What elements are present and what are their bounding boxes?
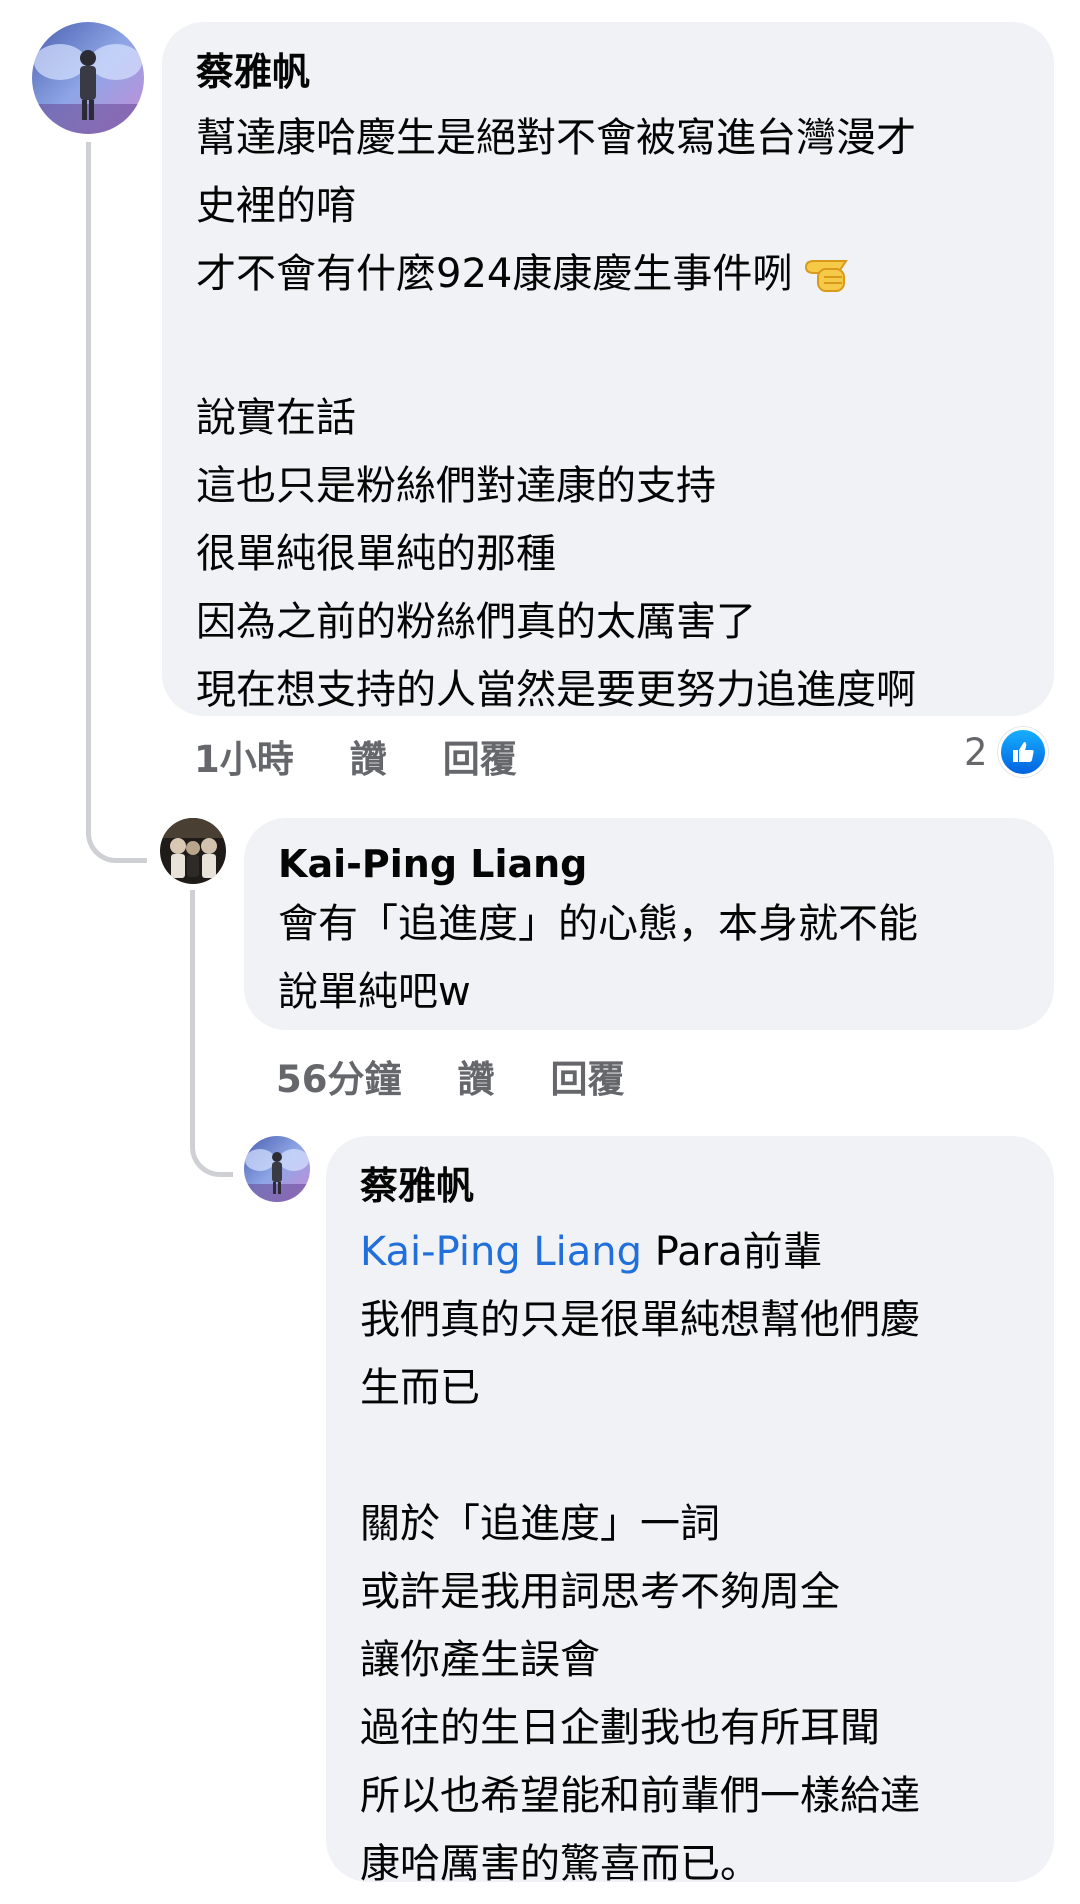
reply-line: 康哈厲害的驚喜而已。 — [360, 1841, 760, 1887]
comment-body: 幫達康哈慶生是絕對不會被寫進台灣漫才 史裡的唷 才不會有什麼924康康慶生事件咧… — [196, 104, 1054, 724]
comment-bubble: 蔡雅帆 幫達康哈慶生是絕對不會被寫進台灣漫才 史裡的唷 才不會有什麼924康康慶… — [162, 22, 1054, 716]
avatar[interactable] — [244, 1136, 310, 1202]
avatar[interactable] — [160, 818, 226, 884]
reaction-summary[interactable]: 2 — [964, 726, 1048, 778]
reply-time[interactable]: 56分鐘 — [276, 1049, 402, 1103]
comment-line: 因為之前的粉絲們真的太厲害了 — [196, 599, 756, 645]
avatar-photo — [160, 818, 226, 884]
reply-line: 或許是我用詞思考不夠周全 — [360, 1569, 840, 1615]
comment-line: 幫達康哈慶生是絕對不會被寫進台灣漫才 — [196, 115, 916, 161]
avatar[interactable] — [32, 22, 144, 134]
comment-author[interactable]: 蔡雅帆 — [196, 48, 1054, 96]
avatar-photo — [32, 22, 144, 134]
comment-line: 說實在話 — [196, 395, 356, 441]
like-button[interactable]: 讚 — [350, 729, 387, 783]
comment-line: 這也只是粉絲們對達康的支持 — [196, 463, 716, 509]
backhand-index-pointing-left-icon — [794, 247, 849, 316]
reply-line: 過往的生日企劃我也有所耳聞 — [360, 1705, 880, 1751]
reply-line: 我們真的只是很單純想幫他們慶 — [360, 1297, 920, 1343]
comment-line: 才不會有什麼924康康慶生事件咧 — [196, 240, 1054, 316]
comment-line: 現在想支持的人當然是要更努力追進度啊 — [196, 667, 916, 713]
reply-author[interactable]: Kai-Ping Liang — [278, 840, 1054, 888]
comment-line-blank — [196, 316, 1054, 384]
reply-line: Kai-Ping Liang Para前輩 — [360, 1218, 1054, 1286]
reply-button[interactable]: 回覆 — [443, 729, 517, 783]
like-button[interactable]: 讚 — [458, 1049, 495, 1103]
comment-time[interactable]: 1小時 — [194, 729, 294, 783]
avatar-photo — [244, 1136, 310, 1202]
reply-button[interactable]: 回覆 — [551, 1049, 625, 1103]
reply-author[interactable]: 蔡雅帆 — [360, 1162, 1054, 1210]
comment-line-text: 才不會有什麼924康康慶生事件咧 — [196, 251, 793, 297]
comment-line: 史裡的唷 — [196, 183, 356, 229]
reply-body: Kai-Ping Liang Para前輩 我們真的只是很單純想幫他們慶 生而已… — [360, 1218, 1054, 1898]
reply-body: 會有「追進度」的心態，本身就不能 說單純吧w — [278, 890, 1054, 1026]
comment-line: 很單純很單純的那種 — [196, 531, 556, 577]
reply-line: 生而已 — [360, 1365, 480, 1411]
reaction-count: 2 — [964, 730, 988, 774]
reply-line: 說單純吧w — [278, 969, 471, 1015]
reply-bubble: 蔡雅帆 Kai-Ping Liang Para前輩 我們真的只是很單純想幫他們慶… — [326, 1136, 1054, 1887]
reply-line: 讓你產生誤會 — [360, 1637, 600, 1683]
like-thumbs-up-icon — [997, 727, 1048, 777]
comment-meta: 1小時 讚 回覆 — [194, 729, 517, 783]
mention-link[interactable]: Kai-Ping Liang — [360, 1229, 642, 1275]
mention-suffix: Para前輩 — [642, 1229, 823, 1275]
reply-line-blank — [360, 1422, 1054, 1490]
reply-line: 關於「追進度」一詞 — [360, 1501, 720, 1547]
thread-line-main — [86, 142, 147, 863]
reply-bubble: Kai-Ping Liang 會有「追進度」的心態，本身就不能 說單純吧w — [244, 818, 1054, 1030]
reply-line: 所以也希望能和前輩們一樣給達 — [360, 1773, 920, 1819]
reply-line: 會有「追進度」的心態，本身就不能 — [278, 901, 918, 947]
reply-meta: 56分鐘 讚 回覆 — [276, 1049, 625, 1103]
thread-line-reply — [190, 890, 233, 1177]
